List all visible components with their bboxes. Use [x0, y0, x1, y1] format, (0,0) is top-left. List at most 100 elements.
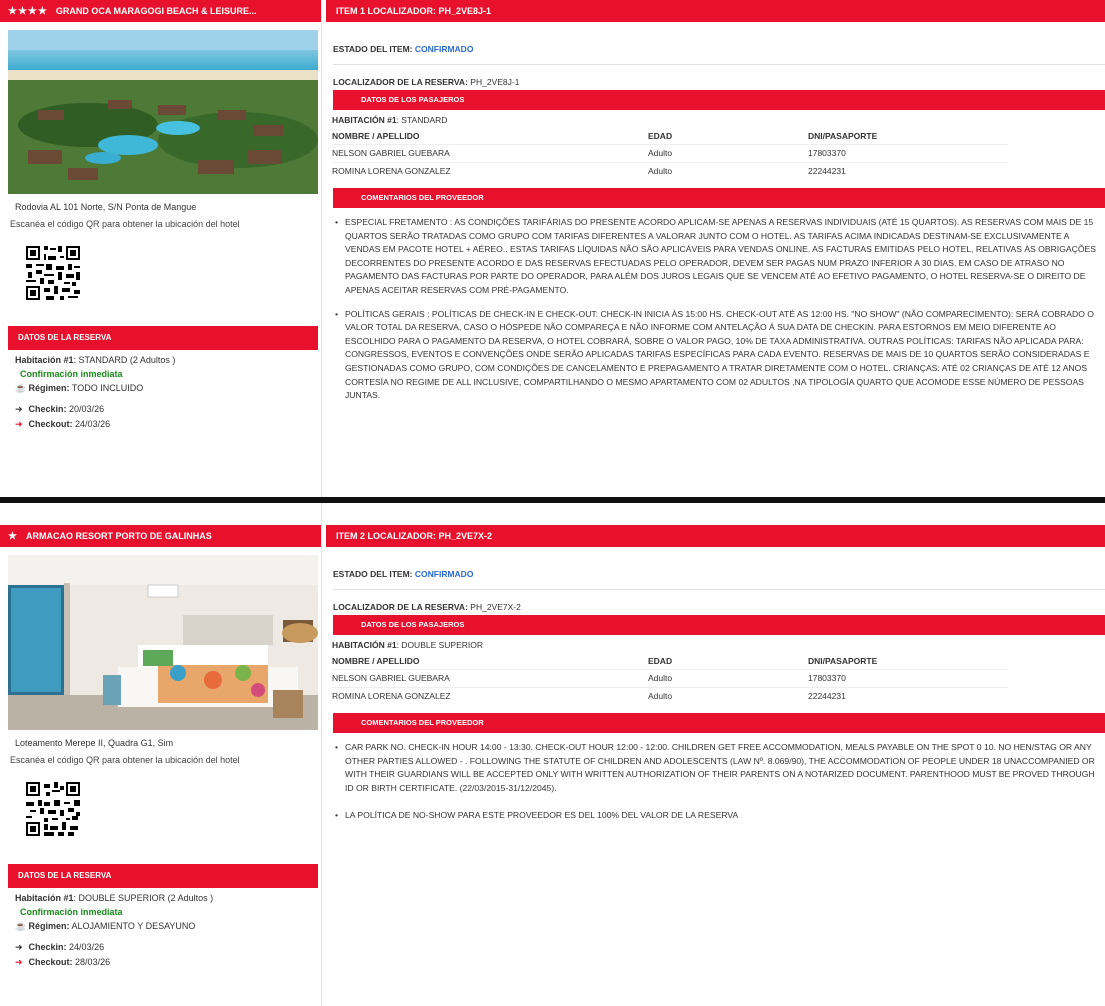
room-line: Habitación #1: STANDARD (2 Adultos )	[15, 355, 321, 365]
room-title-number: #1	[387, 115, 397, 125]
item-status: ESTADO DEL ITEM: CONFIRMADO	[333, 44, 1105, 65]
passenger-id: 17803370	[808, 144, 1008, 163]
passengers-table: NOMBRE / APELLIDO EDAD DNI/PASAPORTE NEL…	[332, 127, 1008, 180]
column-header-age: EDAD	[648, 656, 673, 666]
booking-locator: LOCALIZADOR DE LA RESERVA: PH_2VE8J-1	[333, 77, 1105, 87]
status-badge: CONFIRMADO	[414, 569, 474, 579]
passengers-header: DATOS DE LOS PASAJEROS	[333, 615, 1105, 635]
table-header-row: NOMBRE / APELLIDO EDAD DNI/PASAPORTE	[332, 652, 1008, 670]
item-title: ITEM 1 LOCALIZADOR: PH_2VE8J-1	[326, 0, 1105, 22]
checkin-line: ➜ Checkin: 20/03/26	[15, 404, 321, 415]
hotel-address: Rodovia AL 101 Norte, S/N Ponta de Mangu…	[15, 202, 197, 212]
reservation-card-2: ★ ARMACAO RESORT PORTO DE GALINHAS Loteam…	[0, 503, 1105, 1006]
checkin-label: Checkin:	[28, 404, 67, 414]
passenger-name: NELSON GABRIEL GUEBARA	[332, 669, 648, 688]
passengers-table: NOMBRE / APELLIDO EDAD DNI/PASAPORTE NEL…	[332, 652, 1008, 705]
locator-label: LOCALIZADOR DE LA RESERVA:	[333, 77, 468, 87]
column-header-name: NOMBRE / APELLIDO	[332, 131, 420, 141]
hotel-photo[interactable]	[8, 555, 318, 730]
confirmation-status: Confirmación inmediata	[20, 369, 123, 379]
regimen-value: ALOJAMIENTO Y DESAYUNO	[71, 921, 196, 931]
room-value: : DOUBLE SUPERIOR (2 Adultos )	[73, 893, 214, 903]
table-header-row: NOMBRE / APELLIDO EDAD DNI/PASAPORTE	[332, 127, 1008, 145]
room-title: HABITACIÓN #1: DOUBLE SUPERIOR	[332, 640, 1105, 650]
status-badge: CONFIRMADO	[414, 44, 474, 54]
locator-value: PH_2VE7X-2	[470, 602, 521, 612]
provider-comments: ESPECIAL FRETAMENTO : AS CONDIÇÕES TARIF…	[333, 216, 1103, 403]
passenger-id: 22244231	[808, 687, 1008, 705]
passenger-id: 17803370	[808, 669, 1008, 688]
passenger-name: ROMINA LORENA GONZALEZ	[332, 687, 648, 705]
sign-in-icon: ➜	[15, 404, 23, 414]
room-title-label: HABITACIÓN	[332, 640, 385, 650]
column-header-id: DNI/PASAPORTE	[808, 131, 878, 141]
status-label: ESTADO DEL ITEM:	[333, 569, 413, 579]
column-header-name: NOMBRE / APELLIDO	[332, 656, 420, 666]
reservation-card-1: ★★★★ GRAND OCA MARAGOGI BEACH & LEISURE..…	[0, 0, 1105, 497]
sign-in-icon: ➜	[15, 942, 23, 952]
qr-note: Escanéa el código QR para obtener la ubi…	[10, 219, 240, 229]
sign-out-icon: ➜	[15, 957, 23, 967]
passenger-id: 22244231	[808, 162, 1008, 180]
regimen-value: TODO INCLUIDO	[71, 383, 144, 393]
reservation-details: Habitación #1: DOUBLE SUPERIOR (2 Adulto…	[0, 888, 321, 968]
checkout-value: 28/03/26	[75, 957, 111, 967]
hotel-address: Loteamento Merepe II, Quadra G1, Sim	[15, 738, 174, 748]
hotel-header: ★★★★ GRAND OCA MARAGOGI BEACH & LEISURE..…	[0, 0, 321, 22]
room-label: Habitación	[15, 355, 62, 365]
hotel-panel: ★ ARMACAO RESORT PORTO DE GALINHAS Loteam…	[0, 503, 322, 1006]
checkout-label: Checkout:	[28, 419, 73, 429]
passengers-header: DATOS DE LOS PASAJEROS	[333, 90, 1105, 110]
coffee-icon: ☕	[15, 383, 27, 393]
sign-out-icon: ➜	[15, 419, 23, 429]
room-title-value: : DOUBLE SUPERIOR	[396, 640, 484, 650]
item-panel: ITEM 2 LOCALIZADOR: PH_2VE7X-2 ESTADO DE…	[326, 503, 1105, 1006]
table-row: ROMINA LORENA GONZALEZ Adulto 22244231	[332, 162, 1008, 180]
item-panel: ITEM 1 LOCALIZADOR: PH_2VE8J-1 ESTADO DE…	[326, 0, 1105, 497]
room-title: HABITACIÓN #1: STANDARD	[332, 115, 1105, 125]
locator-label: LOCALIZADOR DE LA RESERVA:	[333, 602, 468, 612]
table-row: ROMINA LORENA GONZALEZ Adulto 22244231	[332, 687, 1008, 705]
passenger-name: NELSON GABRIEL GUEBARA	[332, 144, 648, 163]
room-number: #1	[63, 355, 74, 365]
room-title-value: : STANDARD	[396, 115, 448, 125]
list-item: ESPECIAL FRETAMENTO : AS CONDIÇÕES TARIF…	[333, 216, 1103, 298]
qr-code[interactable]	[24, 244, 82, 302]
hotel-photo[interactable]	[8, 30, 318, 194]
table-row: NELSON GABRIEL GUEBARA Adulto 17803370	[332, 144, 1008, 163]
hotel-stars: ★	[8, 531, 18, 542]
confirmation-status: Confirmación inmediata	[20, 907, 123, 917]
reservation-header: DATOS DE LA RESERVA	[8, 864, 318, 888]
item-title: ITEM 2 LOCALIZADOR: PH_2VE7X-2	[326, 525, 1105, 547]
regimen-line: ☕ Régimen: TODO INCLUIDO	[15, 383, 321, 394]
room-title-label: HABITACIÓN	[332, 115, 385, 125]
booking-locator: LOCALIZADOR DE LA RESERVA: PH_2VE7X-2	[333, 602, 1105, 612]
reservation-details: Habitación #1: STANDARD (2 Adultos ) Con…	[0, 350, 321, 430]
coffee-icon: ☕	[15, 921, 27, 931]
list-item: CAR PARK NO. CHECK-IN HOUR 14:00 - 13:30…	[333, 741, 1103, 795]
passenger-name: ROMINA LORENA GONZALEZ	[332, 162, 648, 180]
hotel-name[interactable]: ARMACAO RESORT PORTO DE GALINHAS	[26, 531, 212, 541]
provider-comments: CAR PARK NO. CHECK-IN HOUR 14:00 - 13:30…	[333, 741, 1103, 823]
locator-value: PH_2VE8J-1	[470, 77, 520, 87]
regimen-label: Régimen:	[28, 383, 70, 393]
qr-note: Escanéa el código QR para obtener la ubi…	[10, 755, 240, 765]
item-status: ESTADO DEL ITEM: CONFIRMADO	[333, 569, 1105, 590]
reservation-header: DATOS DE LA RESERVA	[8, 326, 318, 350]
passenger-age: Adulto	[648, 669, 808, 688]
column-header-id: DNI/PASAPORTE	[808, 656, 878, 666]
list-item: POLÍTICAS GERAIS : POLÍTICAS DE CHECK-IN…	[333, 308, 1103, 403]
checkout-label: Checkout:	[28, 957, 73, 967]
room-title-number: #1	[387, 640, 397, 650]
passenger-age: Adulto	[648, 687, 808, 705]
checkin-label: Checkin:	[28, 942, 67, 952]
hotel-header: ★ ARMACAO RESORT PORTO DE GALINHAS	[0, 525, 321, 547]
room-line: Habitación #1: DOUBLE SUPERIOR (2 Adulto…	[15, 893, 321, 903]
room-label: Habitación	[15, 893, 62, 903]
list-item: LA POLÍTICA DE NO-SHOW PARA ESTE PROVEED…	[333, 809, 1103, 823]
hotel-name[interactable]: GRAND OCA MARAGOGI BEACH & LEISURE...	[56, 6, 257, 16]
comments-header: COMENTARIOS DEL PROVEEDOR	[333, 188, 1105, 208]
regimen-line: ☕ Régimen: ALOJAMIENTO Y DESAYUNO	[15, 921, 321, 932]
qr-code[interactable]	[24, 780, 82, 838]
column-header-age: EDAD	[648, 131, 673, 141]
